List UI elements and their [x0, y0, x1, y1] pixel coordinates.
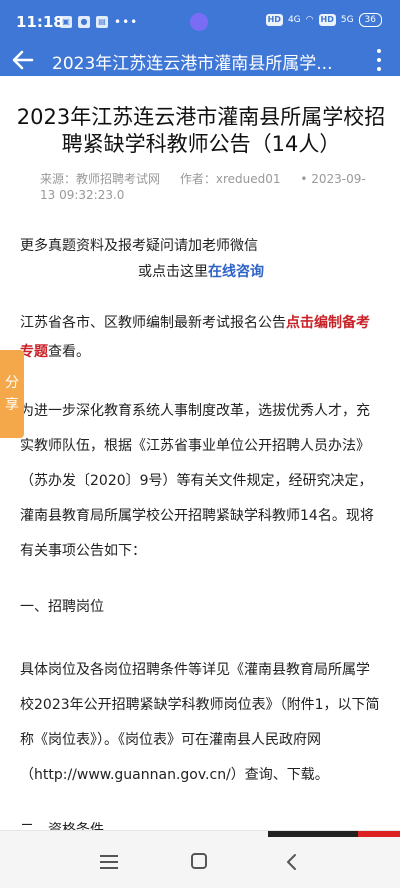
camera-icon [190, 13, 208, 31]
notification-icon: ● [78, 16, 90, 28]
network-4g: 4G [287, 15, 301, 25]
back-icon[interactable] [284, 853, 300, 871]
sim-icon: ▤ [96, 16, 108, 28]
online-consult-link[interactable]: 在线咨询 [208, 264, 264, 280]
more-notifications-icon: ••• [114, 15, 139, 29]
battery-icon: 36 [358, 13, 382, 27]
hd-icon: HD [265, 14, 283, 26]
back-arrow-icon[interactable] [10, 48, 36, 72]
consult-prefix: 或点击这里 [138, 264, 208, 280]
home-icon[interactable] [191, 853, 207, 869]
article-source: 来源：教师招聘考试网 [40, 172, 161, 186]
hd2-icon: HD [318, 14, 336, 26]
system-nav-bar [0, 830, 400, 888]
status-time: 11:18 [16, 13, 64, 31]
section-recruitment-heading: 一、招聘岗位 [20, 599, 104, 615]
article-title: 2023年江苏连云港市灌南县所属学校招聘紧缺学科教师公告（14人） [16, 105, 386, 156]
recent-apps-icon[interactable] [100, 855, 118, 869]
app-bar: 2023年江苏连云港市灌南县所属学... [0, 44, 400, 76]
share-button[interactable]: 分享 [0, 350, 24, 438]
status-bar: 11:18 ▣ ● ▤ ••• HD 4G ◠ HD 5G 36 [0, 0, 400, 44]
consult-line: 或点击这里在线咨询 [20, 258, 382, 287]
app-title: 2023年江苏连云港市灌南县所属学... [52, 54, 333, 74]
status-right: HD 4G ◠ HD 5G 36 [265, 13, 382, 27]
gallery-icon: ▣ [60, 16, 72, 28]
wifi-icon: ◠ [305, 15, 314, 25]
notice-line: 江苏省各市、区教师编制最新考试报名公告点击编制备考专题查看。 [20, 309, 382, 367]
wechat-line: 更多真题资料及报考疑问请加老师微信 [20, 238, 258, 254]
status-left-icons: ▣ ● ▤ ••• [60, 15, 138, 29]
article-content[interactable]: 2023年江苏连云港市灌南县所属学校招聘紧缺学科教师公告（14人） 来源：教师招… [0, 76, 400, 830]
intro-paragraph: 为进一步深化教育系统人事制度改革，选拔优秀人才，充实教师队伍，根据《江苏省事业单… [20, 403, 374, 559]
section-qualification-heading: 二、资格条件 [20, 822, 104, 830]
nav-accent-red [358, 831, 400, 837]
article-author: 作者：xredued01 [179, 172, 281, 186]
more-options-icon[interactable] [374, 49, 384, 71]
network-5g: 5G [340, 15, 354, 25]
article-meta: 来源：教师招聘考试网 作者：xredued01 • 2023-09-13 09:… [40, 171, 370, 203]
notice-prefix: 江苏省各市、区教师编制最新考试报名公告 [20, 315, 286, 331]
positions-paragraph: 具体岗位及各岗位招聘条件等详见《灌南县教育局所属学校2023年公开招聘紧缺学科教… [20, 662, 380, 783]
notice-suffix: 查看。 [48, 344, 90, 360]
